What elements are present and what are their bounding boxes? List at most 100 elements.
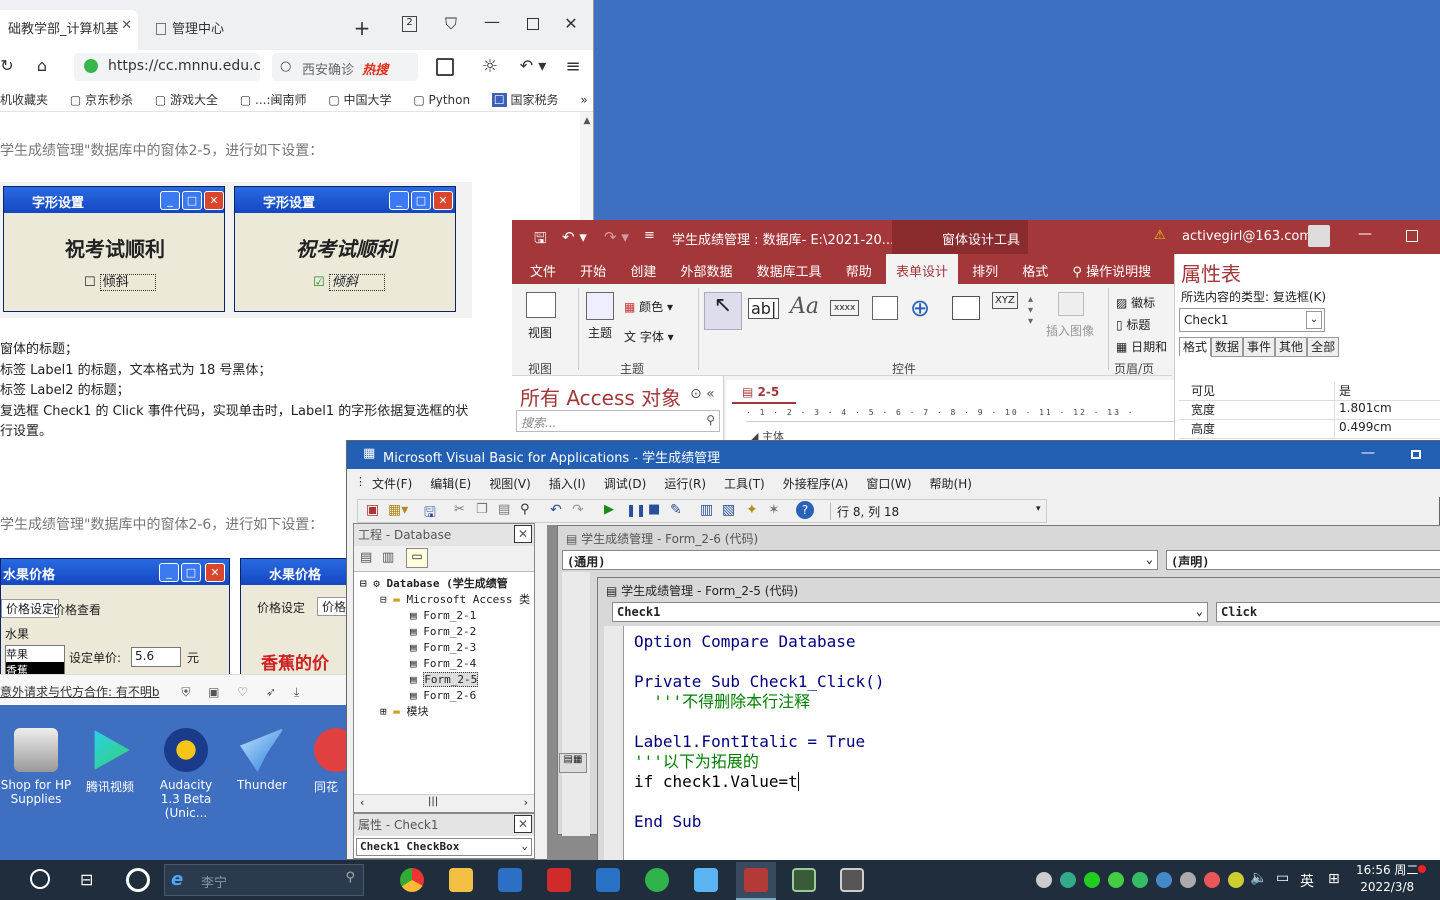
assistant-icon[interactable] [126,868,150,892]
heart-icon[interactable]: ♡ [237,685,248,699]
object-browser-icon[interactable]: ✦ [746,502,758,518]
tab-home[interactable]: 开始 [570,254,616,280]
bookmark-item[interactable]: ▢ 中国大学 [328,91,391,108]
tree-folder[interactable]: ⊟ ▬ Microsoft Access 类 [360,592,534,608]
theme-icon[interactable] [586,292,614,320]
tray-icon[interactable] [1156,872,1172,888]
object-dropdown[interactable]: Check1 CheckBox ⌄ [356,838,532,856]
object-combo[interactable]: Check1 ⌄ [612,602,1208,622]
vba-icon[interactable] [840,868,864,892]
stop-icon[interactable]: ■ [648,502,660,517]
tree-item[interactable]: ▤ Form_2-2 [360,624,534,640]
wechat-icon[interactable] [1084,872,1100,888]
title-button[interactable]: ▯ 标题 [1116,316,1150,333]
bookmark-item[interactable]: 机收藏夹 [0,91,48,108]
home-icon[interactable]: ⌂ [32,56,52,75]
status-text[interactable]: 意外请求与代方合作: 有不明b [0,685,159,699]
chevron-down-icon[interactable]: ⊙ « [690,386,715,402]
close-icon[interactable]: ✕ [121,18,132,33]
scroll-thumb[interactable]: ||| [428,796,438,807]
menu-run[interactable]: 运行(R) [655,469,715,492]
shirt-icon[interactable]: ⛉ [442,14,460,34]
table-row[interactable]: 宽度 1.801cm [1179,401,1440,420]
colors-button[interactable]: ▦ 颜色 ▾ [624,298,673,315]
desktop-icon[interactable]: Shop for HP Supplies [0,728,72,806]
bookmark-item[interactable]: ▢ 游戏大全 [155,91,218,108]
tab-inactive[interactable]: 管理中心 [148,10,338,50]
download-icon[interactable]: ⤓ [294,685,299,699]
tab-all[interactable]: 全部 [1307,337,1340,357]
app-icon[interactable] [694,868,718,892]
tree-item[interactable]: ▤ Form_2-3 [360,640,534,656]
code-editor[interactable]: Option Compare Database Private Sub Chec… [624,626,1440,862]
youdao-icon[interactable] [547,868,571,892]
toggle-folders-icon[interactable]: ▭ [406,548,428,568]
controls-scroll[interactable]: ▴ ▾ ▾ [1028,294,1033,327]
taskbar-search[interactable]: e 李宁 ⚲ [164,864,364,896]
insert-form-icon[interactable]: ▦▾ [388,502,408,518]
table-row[interactable]: 可见是 [1179,382,1440,401]
menu-addins[interactable]: 外接程序(A) [774,469,858,492]
account-label[interactable]: activegirl@163.com [1182,229,1312,244]
tab-active[interactable]: 础教学部_计算机基 ✕ [0,10,138,50]
view-object-icon[interactable]: ▥ [382,550,394,565]
bookmark-item[interactable]: ▢ 京东秒杀 [70,91,133,108]
desktop-icon[interactable]: 腾讯视频 [74,728,146,795]
procedure-combo[interactable]: (声明) [1166,550,1440,570]
tab-count-icon[interactable]: 2 [402,16,417,32]
apps-icon[interactable] [436,58,454,76]
url-field[interactable]: https://cc.mnnu.edu.c [74,53,260,81]
chrome-icon[interactable] [400,868,424,892]
tray-icon[interactable] [1108,872,1124,888]
properties-icon[interactable]: ▧ [722,502,735,518]
menu-view[interactable]: 视图(V) [480,469,540,492]
option-group-icon[interactable]: XYZ [992,292,1018,309]
project-explorer-icon[interactable]: ▥ [700,502,713,518]
tab-create[interactable]: 创建 [620,254,666,280]
menu-edit[interactable]: 编辑(E) [421,469,480,492]
bookmark-item[interactable]: ▢ ...:闽南师 [240,91,307,108]
minimize-icon[interactable]: — [1361,445,1375,461]
label-icon[interactable]: Aa [790,294,819,319]
redo-icon[interactable]: ↷ ▾ [604,228,629,246]
tray-icon[interactable] [1228,872,1244,888]
minimize-icon[interactable]: — [484,12,500,31]
button-icon[interactable]: xxxx [830,300,860,316]
bookmark-item[interactable]: ☐ 国家税务 [491,91,559,108]
toolbar-options[interactable]: ▾ [1036,504,1041,514]
cut-icon[interactable]: ✂ [454,502,465,517]
textbox-icon[interactable]: ab| [748,298,780,319]
selection-dropdown[interactable]: Check1 ⌄ [1179,308,1325,332]
customize-icon[interactable]: ≡ [644,228,655,243]
view-toggle-icon[interactable]: ▤▦ [559,753,587,773]
close-icon[interactable]: ✕ [562,14,580,33]
view-code-icon[interactable]: ▤ [360,550,372,565]
tab-data[interactable]: 数据 [1211,337,1244,357]
tree-item-selected[interactable]: ▤ Form_2-5 [360,672,534,688]
app-icon[interactable] [596,868,620,892]
folder-icon[interactable] [449,868,473,892]
tab-external-data[interactable]: 外部数据 [670,254,742,280]
start-icon[interactable] [30,869,50,889]
image-icon[interactable] [1058,292,1084,316]
insert-image-button[interactable]: 插入图像 [1046,322,1094,339]
tab-form-2-5[interactable]: ▤ 2-5 [732,382,796,404]
pause-icon[interactable]: ❚❚ [626,503,646,517]
tree-item[interactable]: ▤ Form_2-4 [360,656,534,672]
minimize-icon[interactable]: — [1358,226,1372,242]
menu-window[interactable]: 窗口(W) [857,469,920,492]
desktop-icon[interactable]: 同花 [298,728,346,795]
tray-icon[interactable] [1036,872,1052,888]
view-icon[interactable] [526,292,556,318]
help-icon[interactable]: ? [796,501,814,519]
tree-folder[interactable]: ⊞ ▬ 模块 [360,704,534,720]
menu-icon[interactable]: ≡ [564,56,582,77]
desktop-icon[interactable]: Thunder [226,728,298,792]
tab-format[interactable]: 格式 [1179,337,1212,356]
desktop-icon[interactable]: Audacity 1.3 Beta (Unic... [150,728,222,820]
tab-help[interactable]: 帮助 [836,254,882,280]
bookmark-item[interactable]: ▢ Python [413,93,470,107]
object-combo[interactable]: (通用) ⌄ [562,550,1158,570]
menu-tools[interactable]: 工具(T) [715,469,774,492]
search-field[interactable]: ○ 西安确诊 热搜 [272,53,418,81]
